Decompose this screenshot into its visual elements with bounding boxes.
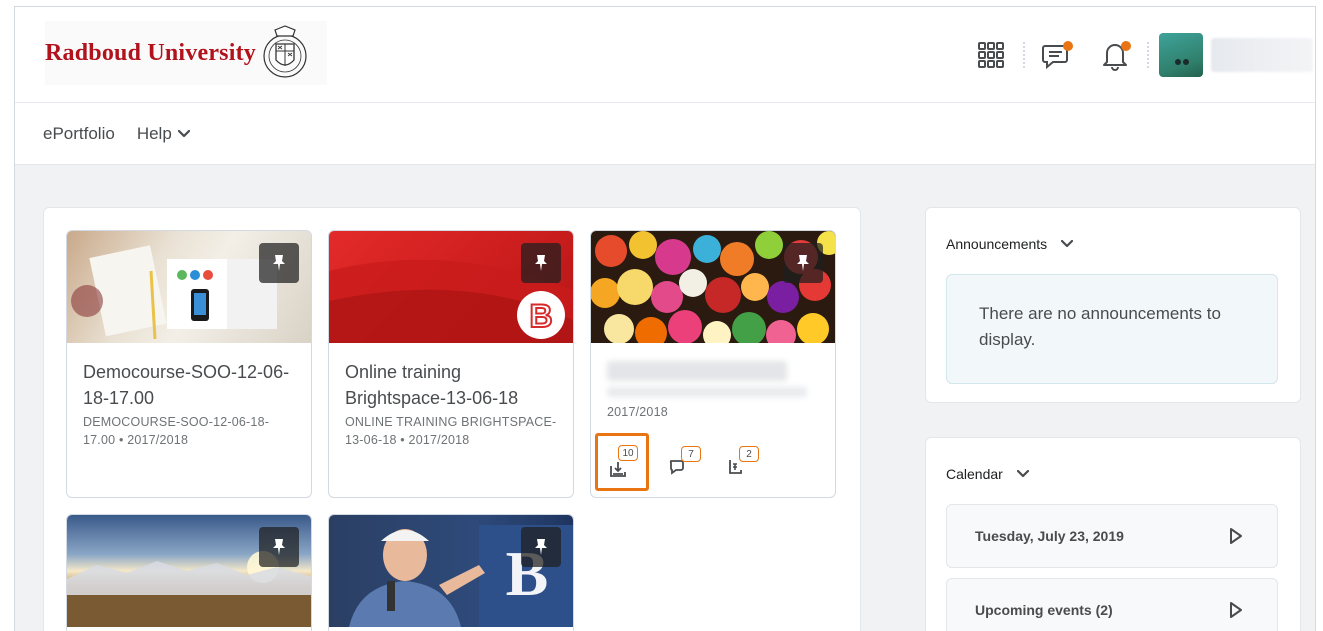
discussions-icon[interactable]: 7	[659, 440, 707, 484]
nav-item-label: ePortfolio	[43, 123, 115, 143]
course-title-blurred[interactable]	[607, 361, 787, 381]
course-image-desk	[67, 231, 311, 343]
announcements-empty-box: There are no announcements to display.	[946, 274, 1278, 384]
pin-icon[interactable]	[259, 527, 299, 567]
nav-item-label: Help	[136, 123, 172, 143]
message-notification-dot	[1063, 41, 1073, 51]
announcements-header[interactable]: Announcements	[946, 236, 1074, 252]
course-image-mountains	[67, 515, 311, 627]
pin-icon[interactable]	[521, 243, 561, 283]
navigation-bar: ePortfolio Help	[15, 103, 1315, 165]
announcements-empty-message: There are no announcements to display.	[979, 304, 1221, 349]
course-title[interactable]: Online training Brightspace-13-06-18	[345, 359, 557, 411]
apps-grid-icon[interactable]	[969, 33, 1013, 77]
course-image-lanterns	[591, 231, 835, 343]
course-year: 2017/2018	[607, 405, 668, 419]
course-code-blurred	[607, 387, 807, 397]
page-frame: Radboud University ePortfolio Help Democ…	[14, 6, 1316, 631]
my-courses-widget: Democourse-SOO-12-06-18-17.00 DEMOCOURSE…	[43, 207, 861, 631]
header-bar: Radboud University	[15, 7, 1315, 103]
university-seal-icon	[263, 25, 307, 78]
course-card[interactable]: B	[328, 514, 574, 631]
pin-icon[interactable]	[783, 243, 823, 283]
avatar-eye	[1175, 59, 1181, 65]
nav-item-eportfolio[interactable]: ePortfolio	[43, 124, 115, 144]
course-image-brightspace: B	[329, 231, 573, 343]
university-logo[interactable]: Radboud University	[45, 21, 327, 85]
bell-notification-dot	[1121, 41, 1131, 51]
play-arrow-icon[interactable]	[1229, 601, 1243, 619]
calendar-widget: Calendar Tuesday, July 23, 2019 Upcoming…	[925, 437, 1301, 631]
bell-alert-icon[interactable]	[1093, 33, 1137, 77]
nav-item-help[interactable]: Help	[137, 124, 190, 144]
chevron-down-icon[interactable]	[1016, 470, 1029, 478]
chevron-down-icon	[177, 129, 190, 137]
course-code: DEMOCOURSE-SOO-12-06-18-17.00 • 2017/201…	[83, 415, 270, 447]
pin-icon[interactable]	[521, 527, 561, 567]
announcements-title: Announcements	[946, 236, 1048, 252]
chevron-down-icon[interactable]	[1061, 240, 1074, 248]
quizzes-icon[interactable]: 2	[717, 440, 765, 484]
pin-icon[interactable]	[259, 243, 299, 283]
course-card[interactable]	[66, 514, 312, 631]
logo-text: Radboud University	[45, 39, 256, 66]
course-card[interactable]: B Online training Brightspace-13-06-18 O…	[328, 230, 574, 498]
message-alert-icon[interactable]	[1035, 33, 1079, 77]
calendar-date-item[interactable]: Tuesday, July 23, 2019	[946, 504, 1278, 568]
play-arrow-icon[interactable]	[1229, 527, 1243, 545]
avatar[interactable]	[1159, 33, 1203, 77]
calendar-header[interactable]: Calendar	[946, 466, 1029, 482]
calendar-upcoming-item[interactable]: Upcoming events (2)	[946, 578, 1278, 631]
calendar-upcoming-label: Upcoming events (2)	[975, 602, 1113, 618]
course-card[interactable]: Democourse-SOO-12-06-18-17.00 DEMOCOURSE…	[66, 230, 312, 498]
username-blurred[interactable]	[1211, 38, 1313, 72]
course-image-speaker: B	[329, 515, 573, 627]
assignments-badge: 10	[618, 445, 638, 461]
discussions-badge: 7	[681, 446, 701, 462]
avatar-eye	[1183, 59, 1189, 65]
quizzes-badge: 2	[739, 446, 759, 462]
header-separator	[1023, 42, 1025, 68]
course-activity-icons: 10 7 2	[595, 433, 775, 491]
course-code: ONLINE TRAINING BRIGHTSPACE-13-06-18 • 2…	[345, 415, 557, 447]
header-separator	[1147, 42, 1149, 68]
course-card[interactable]: 2017/2018 10 7 2	[590, 230, 836, 498]
course-title[interactable]: Democourse-SOO-12-06-18-17.00	[83, 359, 295, 411]
announcements-widget: Announcements There are no announcements…	[925, 207, 1301, 403]
calendar-date-label: Tuesday, July 23, 2019	[975, 528, 1124, 544]
assignments-icon[interactable]: 10	[595, 433, 649, 491]
calendar-title: Calendar	[946, 466, 1003, 482]
svg-text:B: B	[529, 298, 552, 334]
